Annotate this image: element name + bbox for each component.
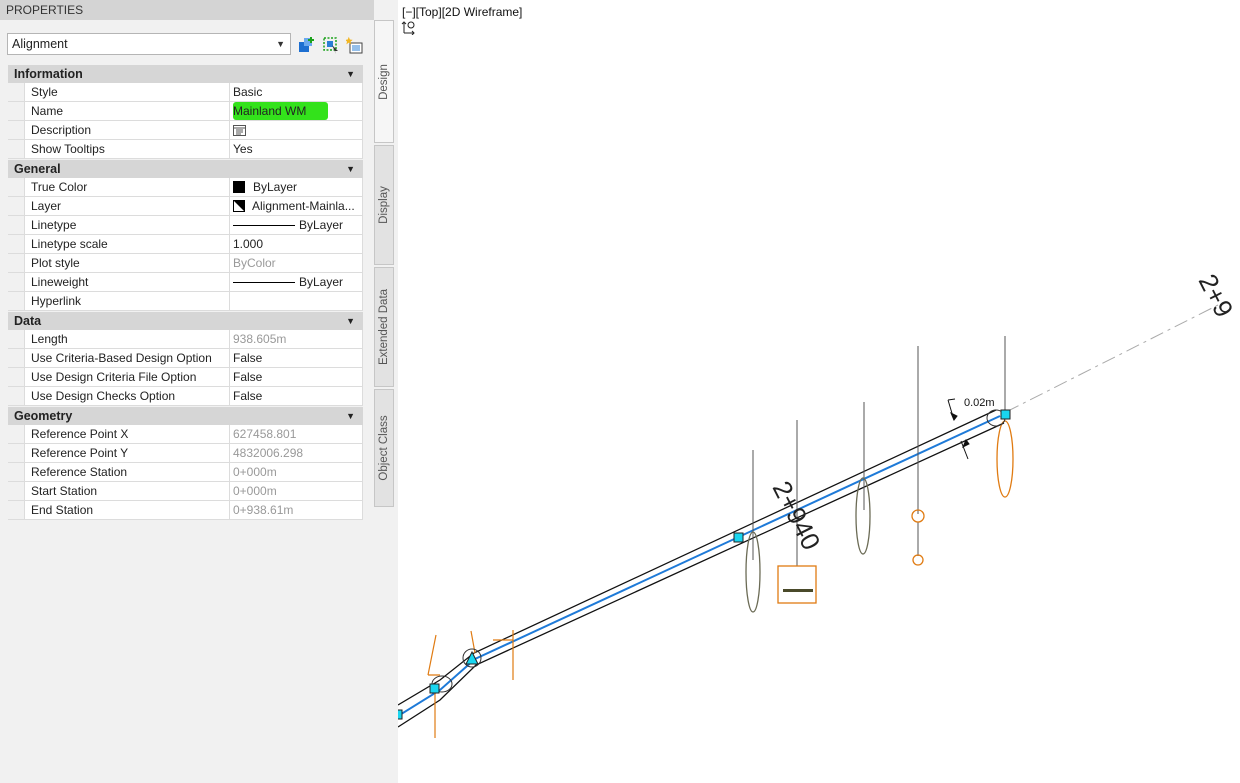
property-value[interactable]: Basic <box>230 83 363 101</box>
property-row-end-station[interactable]: End Station 0+938.61m <box>8 501 363 520</box>
property-value[interactable]: Alignment-Mainla... <box>230 197 363 215</box>
property-label: Use Design Checks Option <box>24 387 230 405</box>
property-row-use-design-checks-option[interactable]: Use Design Checks Option False <box>8 387 363 406</box>
property-label: Use Design Criteria File Option <box>24 368 230 386</box>
tab-object-class[interactable]: Object Class <box>374 389 394 507</box>
property-label: Reference Station <box>24 463 230 481</box>
structure-marker <box>912 554 924 566</box>
category-data[interactable]: Data ▼ <box>8 312 363 330</box>
property-label: True Color <box>24 178 230 196</box>
property-label: Length <box>24 330 230 348</box>
property-row-linetype[interactable]: Linetype ByLayer <box>8 216 363 235</box>
property-row-length[interactable]: Length 938.605m <box>8 330 363 349</box>
property-label: Reference Point Y <box>24 444 230 462</box>
property-label: End Station <box>24 501 230 519</box>
category-general[interactable]: General ▼ <box>8 160 363 178</box>
property-row-hyperlink[interactable]: Hyperlink <box>8 292 363 311</box>
property-label: Linetype <box>24 216 230 234</box>
property-row-use-design-criteria-file-option[interactable]: Use Design Criteria File Option False <box>8 368 363 387</box>
property-label: Use Criteria-Based Design Option <box>24 349 230 367</box>
property-row-reference-point-y[interactable]: Reference Point Y 4832006.298 <box>8 444 363 463</box>
drawing-canvas[interactable]: 0.02m 2+940 2+9 <box>398 0 1240 783</box>
property-row-show-tooltips[interactable]: Show Tooltips Yes <box>8 140 363 159</box>
tab-display[interactable]: Display <box>374 145 394 265</box>
property-label: Show Tooltips <box>24 140 230 158</box>
property-label: Style <box>24 83 230 101</box>
property-value[interactable]: False <box>230 349 363 367</box>
property-label: Linetype scale <box>24 235 230 253</box>
collapse-icon[interactable]: ▼ <box>346 312 355 330</box>
alignment-line <box>398 415 1001 717</box>
property-row-start-station[interactable]: Start Station 0+000m <box>8 482 363 501</box>
property-row-description[interactable]: Description <box>8 121 363 140</box>
property-label: Hyperlink <box>24 292 230 310</box>
station-ticks <box>427 630 514 738</box>
property-row-lineweight[interactable]: Lineweight ByLayer <box>8 273 363 292</box>
property-label: Plot style <box>24 254 230 272</box>
text-editor-icon[interactable] <box>233 124 246 136</box>
property-value[interactable]: False <box>230 368 363 386</box>
property-row-true-color[interactable]: True Color ByLayer <box>8 178 363 197</box>
collapse-icon[interactable]: ▼ <box>346 407 355 425</box>
collapse-icon[interactable]: ▼ <box>346 160 355 178</box>
property-value[interactable]: 0+938.61m <box>230 501 363 519</box>
category-geometry[interactable]: Geometry ▼ <box>8 407 363 425</box>
object-type-dropdown[interactable]: Alignment ▼ <box>7 33 291 55</box>
property-row-style[interactable]: Style Basic <box>8 83 363 102</box>
structure-box-bar <box>783 589 813 592</box>
property-value[interactable] <box>230 121 363 139</box>
select-objects-icon[interactable] <box>322 36 340 54</box>
category-information[interactable]: Information ▼ <box>8 65 363 83</box>
property-value[interactable]: 0+000m <box>230 482 363 500</box>
property-value[interactable]: False <box>230 387 363 405</box>
property-value[interactable]: ByLayer <box>230 216 363 234</box>
property-value[interactable]: ByColor <box>230 254 363 272</box>
property-row-layer[interactable]: Layer Alignment-Mainla... <box>8 197 363 216</box>
property-row-name[interactable]: Name Mainland WM <box>8 102 363 121</box>
property-value[interactable]: Yes <box>230 140 363 158</box>
property-row-reference-point-x[interactable]: Reference Point X 627458.801 <box>8 425 363 444</box>
property-label: Name <box>24 102 230 120</box>
joint-circles <box>431 409 1006 693</box>
quick-select-icon[interactable] <box>346 36 364 54</box>
property-value[interactable]: 1.000 <box>230 235 363 253</box>
layer-icon <box>233 200 245 212</box>
property-value[interactable]: 0+000m <box>230 463 363 481</box>
object-type-value: Alignment <box>12 37 68 51</box>
palette-title: PROPERTIES <box>0 0 374 20</box>
property-label: Reference Point X <box>24 425 230 443</box>
pipe <box>398 409 1005 728</box>
property-value[interactable]: 4832006.298 <box>230 444 363 462</box>
property-label: Description <box>24 121 230 139</box>
properties-palette: PROPERTIES Alignment ▼ Information ▼ Style… <box>0 0 398 783</box>
property-label: Start Station <box>24 482 230 500</box>
property-grid: Information ▼ Style Basic Name Mainland WM Des… <box>8 64 363 520</box>
end-structure-ellipse <box>996 420 1014 498</box>
property-row-plot-style[interactable]: Plot style ByColor <box>8 254 363 273</box>
name-value-highlighted: Mainland WM <box>233 102 329 120</box>
line-preview <box>233 281 295 283</box>
collapse-icon[interactable]: ▼ <box>346 65 355 83</box>
line-preview <box>233 224 295 226</box>
add-to-selection-icon[interactable] <box>298 36 316 54</box>
property-value[interactable] <box>230 292 363 310</box>
dimension-text: 0.02m <box>964 397 995 409</box>
property-value[interactable]: 627458.801 <box>230 425 363 443</box>
property-value[interactable]: 938.605m <box>230 330 363 348</box>
property-value[interactable]: Mainland WM <box>230 102 363 120</box>
property-row-reference-station[interactable]: Reference Station 0+000m <box>8 463 363 482</box>
structure-box <box>777 565 817 604</box>
property-value[interactable]: ByLayer <box>230 178 363 196</box>
alignment-extension-line <box>1005 304 1219 413</box>
color-swatch <box>233 181 245 193</box>
station-label: 2+940 <box>767 476 827 555</box>
property-row-use-criteria-based-design-option[interactable]: Use Criteria-Based Design Option False <box>8 349 363 368</box>
tab-extended-data[interactable]: Extended Data <box>374 267 394 387</box>
tab-design[interactable]: Design <box>374 20 394 143</box>
property-value[interactable]: ByLayer <box>230 273 363 291</box>
property-row-linetype-scale[interactable]: Linetype scale 1.000 <box>8 235 363 254</box>
property-label: Layer <box>24 197 230 215</box>
chevron-down-icon: ▼ <box>276 39 285 49</box>
property-label: Lineweight <box>24 273 230 291</box>
